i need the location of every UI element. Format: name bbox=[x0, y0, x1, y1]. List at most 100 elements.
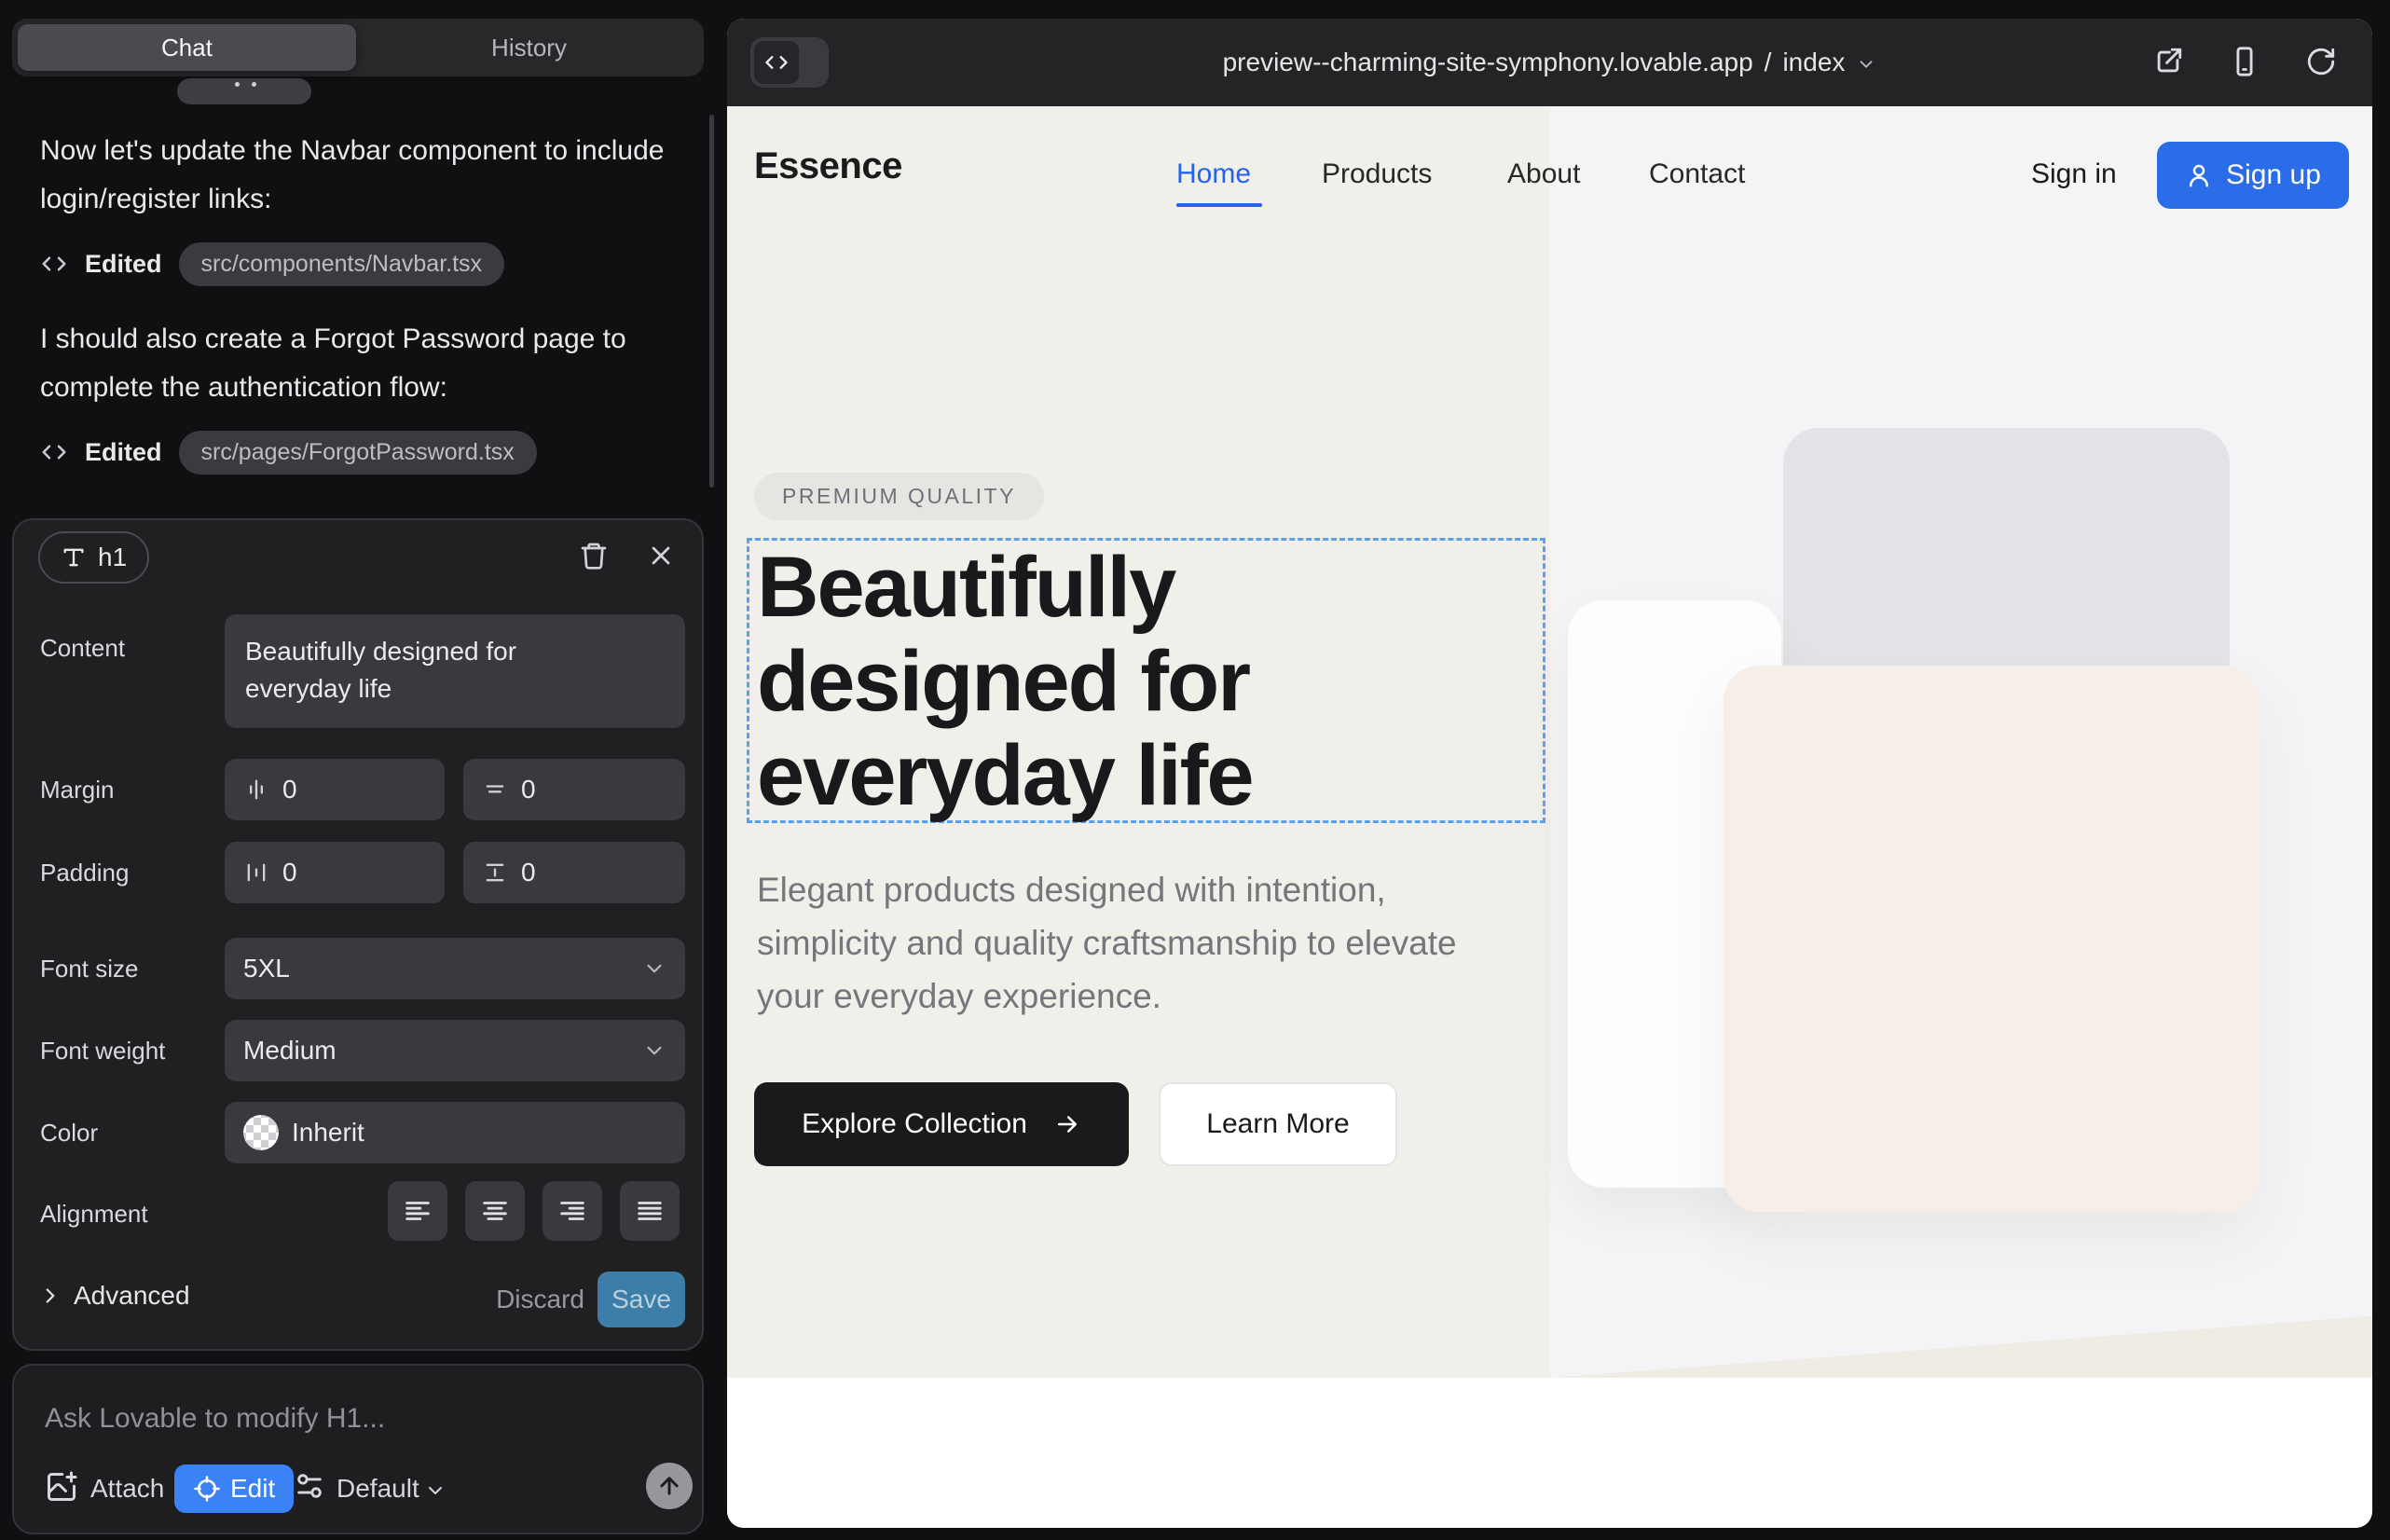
content-input[interactable]: Beautifully designed for everyday life bbox=[225, 614, 685, 728]
delete-element-button[interactable] bbox=[579, 541, 609, 571]
align-left-button[interactable] bbox=[388, 1181, 447, 1241]
font-weight-select[interactable]: Medium bbox=[225, 1020, 685, 1081]
sidebar-tabbar: Chat History bbox=[12, 19, 704, 76]
send-button[interactable] bbox=[646, 1463, 693, 1509]
image-plus-icon bbox=[45, 1470, 78, 1504]
sign-up-label: Sign up bbox=[2226, 159, 2321, 191]
font-weight-value: Medium bbox=[243, 1036, 337, 1066]
padding-horizontal-icon bbox=[243, 859, 269, 886]
preview-url: preview--charming-site-symphony.lovable.… bbox=[1223, 48, 1753, 77]
margin-vertical-icon bbox=[482, 777, 508, 803]
decorative-cream-card bbox=[1724, 666, 2259, 1212]
page-name: index bbox=[1782, 48, 1845, 77]
advanced-label: Advanced bbox=[74, 1281, 190, 1311]
sliders-icon bbox=[294, 1470, 325, 1502]
font-size-value: 5XL bbox=[243, 954, 290, 983]
chat-message: Now let's update the Navbar component to… bbox=[40, 127, 694, 224]
chevron-down-icon bbox=[642, 956, 666, 981]
nav-link-contact[interactable]: Contact bbox=[1649, 158, 1745, 190]
content-label: Content bbox=[40, 634, 125, 663]
transparency-swatch-icon bbox=[243, 1115, 279, 1150]
edited-file-row: Edited src/pages/ForgotPassword.tsx bbox=[40, 429, 537, 475]
crosshair-icon bbox=[193, 1475, 221, 1503]
code-preview-toggle[interactable] bbox=[750, 37, 829, 88]
hero-description: Elegant products designed with intention… bbox=[757, 863, 1495, 1023]
margin-label: Margin bbox=[40, 776, 114, 804]
margin-x-value: 0 bbox=[282, 775, 297, 804]
padding-x-value: 0 bbox=[282, 858, 297, 887]
chevron-down-icon bbox=[642, 1038, 666, 1063]
model-default-button[interactable]: Default bbox=[337, 1474, 419, 1504]
open-external-button[interactable] bbox=[2152, 46, 2184, 77]
refresh-button[interactable] bbox=[2305, 46, 2337, 77]
active-nav-underline bbox=[1176, 203, 1262, 207]
chat-scrollbar[interactable] bbox=[709, 115, 714, 488]
premium-quality-badge: PREMIUM QUALITY bbox=[754, 473, 1044, 520]
padding-x-input[interactable]: 0 bbox=[225, 842, 445, 903]
prompt-input[interactable]: Ask Lovable to modify H1... bbox=[45, 1403, 385, 1435]
explore-collection-label: Explore Collection bbox=[802, 1108, 1027, 1140]
url-bar[interactable]: preview--charming-site-symphony.lovable.… bbox=[1223, 48, 1877, 77]
chevron-down-icon bbox=[424, 1479, 446, 1502]
nav-link-about[interactable]: About bbox=[1507, 158, 1580, 190]
site-canvas: Essence Home Products About Contact Sign… bbox=[727, 106, 2372, 1528]
arrow-right-icon bbox=[1053, 1110, 1081, 1138]
color-label: Color bbox=[40, 1119, 98, 1148]
chevron-right-icon bbox=[38, 1284, 62, 1308]
advanced-toggle[interactable]: Advanced bbox=[38, 1281, 190, 1311]
file-path-chip[interactable]: src/pages/ForgotPassword.tsx bbox=[179, 431, 537, 474]
code-icon bbox=[40, 438, 68, 466]
explore-collection-button[interactable]: Explore Collection bbox=[754, 1082, 1129, 1166]
site-logo[interactable]: Essence bbox=[754, 145, 902, 187]
edit-mode-button[interactable]: Edit bbox=[174, 1464, 294, 1513]
file-path-chip[interactable]: src/components/Navbar.tsx bbox=[179, 242, 505, 286]
align-center-button[interactable] bbox=[465, 1181, 525, 1241]
padding-y-input[interactable]: 0 bbox=[463, 842, 685, 903]
code-icon[interactable] bbox=[754, 41, 799, 84]
nav-link-home[interactable]: Home bbox=[1176, 158, 1251, 190]
edited-label: Edited bbox=[85, 250, 162, 279]
selected-tag-pill[interactable]: h1 bbox=[38, 531, 149, 584]
font-weight-label: Font weight bbox=[40, 1037, 165, 1066]
clipped-scrolled-chip bbox=[177, 78, 311, 104]
sign-up-button[interactable]: Sign up bbox=[2157, 142, 2349, 209]
preview-topbar: preview--charming-site-symphony.lovable.… bbox=[727, 19, 2372, 106]
padding-vertical-icon bbox=[482, 859, 508, 886]
nav-link-products[interactable]: Products bbox=[1322, 158, 1432, 190]
color-value: Inherit bbox=[292, 1118, 364, 1148]
margin-y-input[interactable]: 0 bbox=[463, 759, 685, 820]
close-editor-button[interactable] bbox=[646, 541, 676, 571]
user-icon bbox=[2185, 161, 2213, 189]
padding-y-value: 0 bbox=[521, 858, 536, 887]
discard-button[interactable]: Discard bbox=[460, 1285, 584, 1314]
color-select[interactable]: Inherit bbox=[225, 1102, 685, 1163]
element-editor-panel: h1 Content Beautifully designed for ever… bbox=[12, 518, 704, 1351]
type-icon bbox=[61, 544, 87, 571]
edited-label: Edited bbox=[85, 438, 162, 467]
edited-file-row: Edited src/components/Navbar.tsx bbox=[40, 241, 504, 287]
tab-chat[interactable]: Chat bbox=[18, 24, 356, 71]
save-button[interactable]: Save bbox=[598, 1272, 685, 1327]
url-separator: / bbox=[1765, 48, 1772, 77]
content-value: Beautifully designed for everyday life bbox=[245, 633, 611, 708]
sign-in-link[interactable]: Sign in bbox=[2031, 158, 2117, 190]
font-size-label: Font size bbox=[40, 955, 139, 983]
margin-x-input[interactable]: 0 bbox=[225, 759, 445, 820]
padding-label: Padding bbox=[40, 859, 129, 887]
preview-panel: preview--charming-site-symphony.lovable.… bbox=[727, 19, 2372, 1528]
attach-button[interactable]: Attach bbox=[90, 1474, 164, 1504]
edit-label: Edit bbox=[230, 1474, 275, 1504]
chevron-down-icon bbox=[1856, 54, 1876, 75]
learn-more-button[interactable]: Learn More bbox=[1159, 1082, 1397, 1166]
align-right-button[interactable] bbox=[543, 1181, 602, 1241]
mobile-view-button[interactable] bbox=[2229, 46, 2260, 77]
font-size-select[interactable]: 5XL bbox=[225, 938, 685, 999]
margin-y-value: 0 bbox=[521, 775, 536, 804]
prompt-composer: Ask Lovable to modify H1... Attach Edit … bbox=[12, 1364, 704, 1534]
hero-heading[interactable]: Beautifully designed for everyday life bbox=[757, 541, 1532, 823]
margin-horizontal-icon bbox=[243, 777, 269, 803]
tag-name: h1 bbox=[98, 543, 127, 572]
tab-history[interactable]: History bbox=[360, 24, 698, 71]
align-justify-button[interactable] bbox=[620, 1181, 680, 1241]
lovable-builder: Chat History Now let's update the Navbar… bbox=[0, 0, 2390, 1540]
